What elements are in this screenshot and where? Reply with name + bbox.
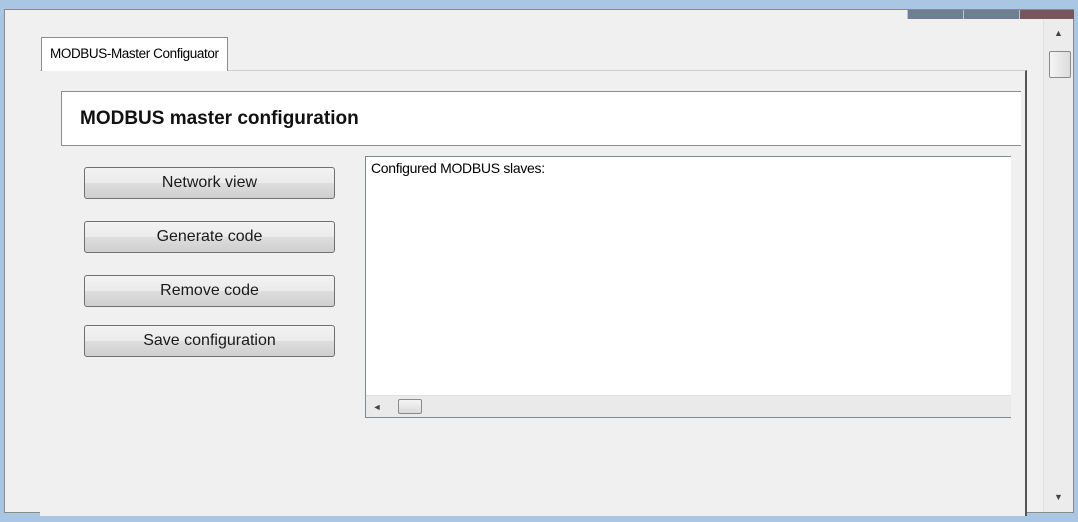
slaves-list-label: Configured MODBUS slaves: (371, 160, 545, 176)
tab-modbus-master-configurator[interactable]: MODBUS-Master Configuator (41, 37, 228, 71)
minimize-button[interactable] (907, 10, 963, 19)
close-button[interactable] (1019, 10, 1074, 19)
save-configuration-button[interactable]: Save configuration (84, 325, 335, 357)
config-header: MODBUS master configuration (61, 91, 1021, 146)
page-title: MODBUS master configuration (80, 108, 359, 129)
vertical-scroll-thumb[interactable] (1049, 51, 1071, 78)
network-view-button[interactable]: Network view (84, 167, 335, 199)
horizontal-scrollbar[interactable]: ◄ (366, 395, 1011, 417)
configured-slaves-list[interactable]: Configured MODBUS slaves: ◄ (365, 156, 1011, 418)
scroll-up-icon[interactable]: ▲ (1044, 24, 1073, 42)
maximize-button[interactable] (963, 10, 1019, 19)
vertical-scrollbar[interactable]: ▲ ▼ (1043, 20, 1073, 512)
scroll-left-icon[interactable]: ◄ (370, 399, 384, 415)
horizontal-scroll-thumb[interactable] (398, 399, 422, 414)
tab-label: MODBUS-Master Configuator (50, 46, 219, 61)
scroll-down-icon[interactable]: ▼ (1044, 488, 1073, 506)
generate-code-button[interactable]: Generate code (84, 221, 335, 253)
remove-code-button[interactable]: Remove code (84, 275, 335, 307)
